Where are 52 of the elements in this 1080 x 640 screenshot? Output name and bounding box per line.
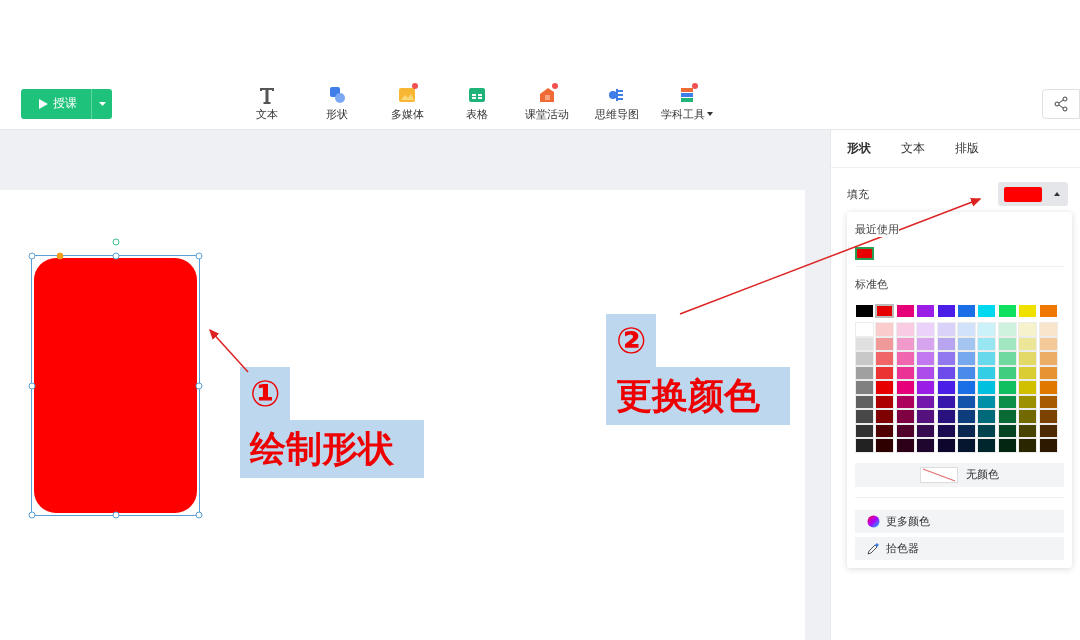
share-icon — [1053, 95, 1069, 112]
step-number: ② — [606, 314, 657, 367]
resize-handle[interactable] — [195, 382, 203, 389]
standard-colors-label: 标准色 — [855, 277, 888, 292]
resize-handle[interactable] — [112, 511, 119, 519]
caret-icon — [98, 102, 106, 106]
tool-label: 多媒体 — [390, 106, 424, 122]
toolbar-tool[interactable]: 文本 — [232, 85, 302, 122]
toolbar-tool[interactable]: 课堂活动 — [512, 85, 582, 122]
panel-tab[interactable]: 文本 — [901, 140, 925, 157]
callout-label: 绘制形状 — [240, 420, 424, 478]
color-wheel-icon — [867, 514, 880, 528]
corner-radius-handle[interactable] — [56, 252, 64, 260]
callout-label: 更换颜色 — [606, 367, 790, 425]
table-icon — [467, 85, 487, 104]
tool-label: 课堂活动 — [525, 106, 569, 122]
tool-label: 表格 — [466, 106, 488, 122]
toolbar-tool[interactable]: 学科工具 — [652, 85, 722, 122]
color-action-button[interactable]: 拾色器 — [855, 536, 1064, 560]
share-button[interactable] — [1042, 88, 1080, 119]
fill-label: 填充 — [847, 186, 869, 202]
fill-color-dropdown[interactable] — [998, 182, 1068, 206]
resize-handle[interactable] — [195, 511, 203, 519]
shapes-icon — [327, 85, 347, 104]
tool-label: 文本 — [256, 106, 278, 122]
color-swatch[interactable] — [855, 247, 874, 260]
tool-label: 学科工具 — [661, 106, 713, 122]
resize-handle[interactable] — [28, 252, 36, 260]
rotate-handle[interactable] — [112, 238, 119, 246]
toolbar-tool[interactable]: 形状 — [302, 85, 372, 122]
text-icon — [257, 85, 277, 104]
panel-tab[interactable]: 形状 — [847, 140, 871, 157]
toolbar-tool[interactable]: 思维导图 — [582, 85, 652, 122]
tool-label: 思维导图 — [595, 106, 639, 122]
eyedropper-icon — [867, 541, 880, 555]
resize-handle[interactable] — [28, 511, 36, 519]
resize-handle[interactable] — [112, 252, 119, 260]
recent-colors-label: 最近使用 — [855, 222, 899, 237]
play-icon — [39, 98, 48, 109]
panel-tab[interactable]: 排版 — [955, 140, 979, 157]
toolbar-tool[interactable]: 表格 — [442, 85, 512, 122]
color-swatch[interactable] — [875, 304, 895, 318]
step-number: ① — [240, 367, 291, 420]
color-action-button[interactable]: 更多颜色 — [855, 509, 1064, 533]
no-color-icon — [920, 466, 958, 483]
resize-handle[interactable] — [195, 252, 203, 260]
toolbar-tool[interactable]: 多媒体 — [372, 85, 442, 122]
no-color-button[interactable]: 无颜色 — [855, 462, 1064, 487]
resize-handle[interactable] — [28, 382, 36, 389]
image-icon — [397, 85, 417, 104]
arrow — [209, 328, 249, 373]
tool-label: 形状 — [326, 106, 348, 122]
